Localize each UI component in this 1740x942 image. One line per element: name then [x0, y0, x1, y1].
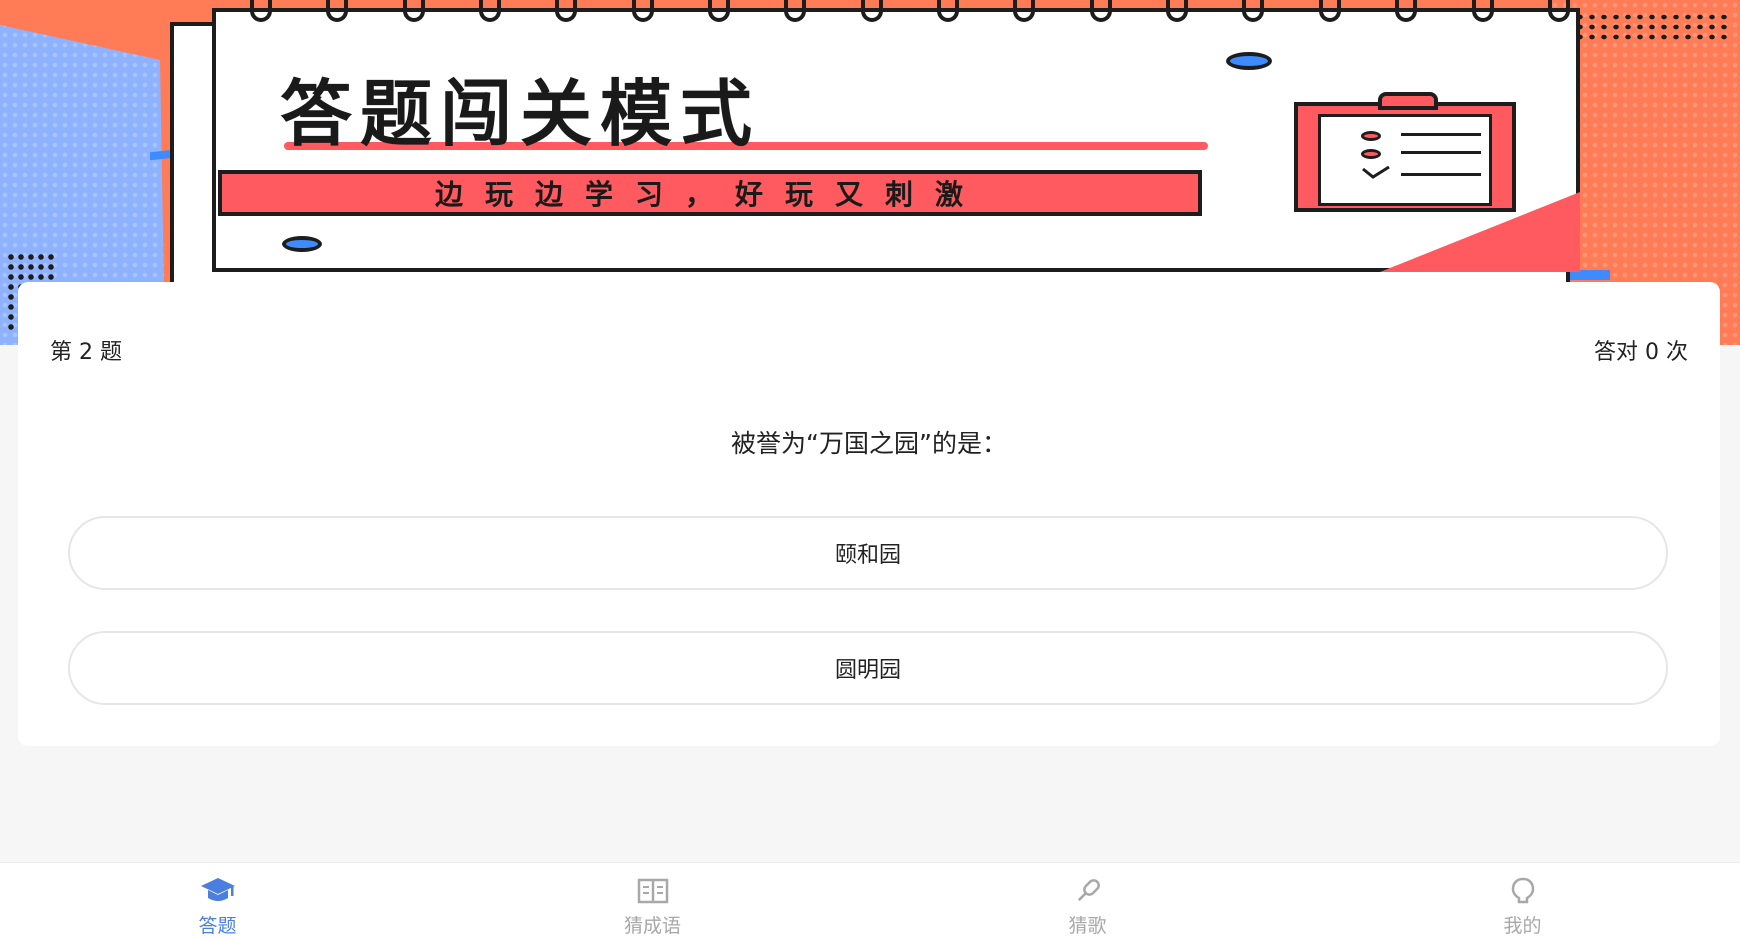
banner-subtitle-box: 边玩边学习，好玩又刺激 — [218, 170, 1202, 216]
question-card: 第 2 题 答对 0 次 被誉为“万国之园”的是： 颐和园 圆明园 — [18, 282, 1720, 746]
tab-song[interactable]: 猜歌 — [870, 863, 1305, 942]
user-icon — [1505, 875, 1541, 907]
answer-option-1[interactable]: 颐和园 — [68, 516, 1668, 590]
question-text: 被誉为“万国之园”的是： — [731, 429, 1007, 458]
tab-label: 猜成语 — [623, 915, 681, 937]
tab-idiom[interactable]: 猜成语 — [435, 863, 870, 942]
clipboard-icon — [1294, 92, 1516, 212]
answer-option-label: 颐和园 — [834, 543, 901, 568]
banner-title: 答题闯关模式 — [280, 72, 761, 156]
app-page: 答题闯关模式 边玩边学习，好玩又刺激 第 2 题 答对 0 次 被誉为“万国之园… — [0, 0, 1740, 942]
notebook-spiral — [250, 0, 1570, 26]
book-icon — [635, 875, 671, 907]
decorative-dot — [282, 236, 322, 252]
microphone-icon — [1070, 875, 1106, 907]
answer-option-label: 圆明园 — [834, 658, 901, 683]
banner-subtitle: 边玩边学习，好玩又刺激 — [434, 178, 985, 211]
bottom-tab-bar: 答题 猜成语 猜歌 我的 — [0, 862, 1740, 942]
tab-quiz[interactable]: 答题 — [0, 863, 435, 942]
tab-label: 我的 — [1503, 915, 1542, 937]
graduation-cap-icon — [200, 875, 236, 907]
correct-count: 答对 0 次 — [1594, 340, 1688, 365]
tab-label: 答题 — [198, 915, 237, 937]
answer-option-2[interactable]: 圆明园 — [68, 631, 1668, 705]
tab-label: 猜歌 — [1068, 915, 1107, 937]
question-number: 第 2 题 — [50, 340, 122, 365]
decorative-dot — [1226, 52, 1272, 70]
tab-profile[interactable]: 我的 — [1305, 863, 1740, 942]
